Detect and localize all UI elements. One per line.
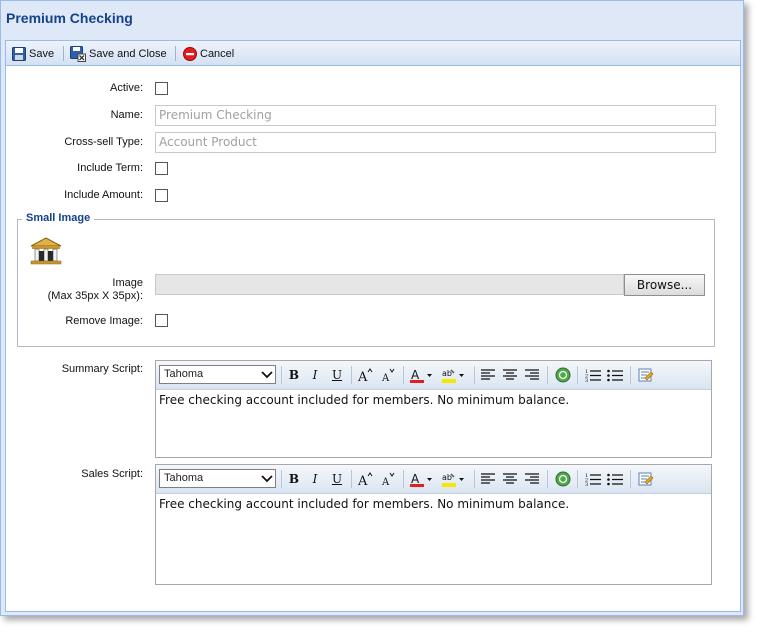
title-bar: Premium Checking xyxy=(1,1,743,39)
svg-text:A: A xyxy=(411,472,420,486)
small-image-legend: Small Image xyxy=(22,212,95,224)
align-center-icon[interactable] xyxy=(502,471,518,487)
floppy-disk-icon xyxy=(12,47,26,61)
align-right-icon[interactable] xyxy=(524,471,540,487)
font-color-icon[interactable]: A xyxy=(409,471,435,487)
save-and-close-button[interactable]: Save and Close xyxy=(70,46,167,62)
sales-editor-toolbar: Tahoma B I U A A A ab 123 xyxy=(156,465,711,494)
unordered-list-icon[interactable] xyxy=(607,367,623,383)
crosssell-type-input[interactable]: Account Product xyxy=(155,132,716,153)
dialog-window: Premium Checking Save Save and Close Can… xyxy=(0,0,744,616)
insert-link-icon[interactable] xyxy=(555,471,571,487)
image-label-line1: Image xyxy=(112,277,143,289)
align-left-icon[interactable] xyxy=(480,471,496,487)
underline-icon[interactable]: U xyxy=(329,367,345,383)
underline-icon[interactable]: U xyxy=(329,471,345,487)
include-term-label: Include Term: xyxy=(77,162,143,174)
decrease-font-icon[interactable]: A xyxy=(380,471,396,487)
summary-editor-toolbar: Tahoma B I U A A A ab 123 xyxy=(156,361,711,390)
sales-script-text[interactable]: Free checking account included for membe… xyxy=(156,494,711,514)
ordered-list-icon[interactable]: 123 xyxy=(585,367,601,383)
cancel-button[interactable]: Cancel xyxy=(183,46,234,62)
align-center-icon[interactable] xyxy=(502,367,518,383)
remove-image-checkbox[interactable] xyxy=(155,314,168,327)
save-button[interactable]: Save xyxy=(12,46,54,62)
summary-script-editor: Tahoma B I U A A A ab 123 Free checking … xyxy=(155,360,712,458)
active-checkbox[interactable] xyxy=(155,82,168,95)
cancel-icon xyxy=(183,47,197,61)
svg-text:A: A xyxy=(381,373,390,383)
ordered-list-icon[interactable]: 123 xyxy=(585,471,601,487)
decrease-font-icon[interactable]: A xyxy=(380,367,396,383)
svg-text:3: 3 xyxy=(585,482,588,486)
svg-text:ab: ab xyxy=(442,369,452,378)
align-right-icon[interactable] xyxy=(524,367,540,383)
save-close-icon xyxy=(70,46,86,62)
save-button-label: Save xyxy=(29,48,55,60)
increase-font-icon[interactable]: A xyxy=(357,471,373,487)
browse-button[interactable]: Browse... xyxy=(624,274,705,296)
include-amount-label: Include Amount: xyxy=(64,189,143,201)
italic-icon[interactable]: I xyxy=(307,471,323,487)
unordered-list-icon[interactable] xyxy=(607,471,623,487)
image-file-input[interactable] xyxy=(155,274,624,295)
align-left-icon[interactable] xyxy=(480,367,496,383)
crosssell-type-label: Cross-sell Type: xyxy=(64,136,143,148)
highlight-color-icon[interactable]: ab xyxy=(441,471,467,487)
chevron-down-icon xyxy=(261,371,273,379)
image-label: Image (Max 35px X 35px): xyxy=(6,277,143,303)
highlight-color-icon[interactable]: ab xyxy=(441,367,467,383)
sales-font-value: Tahoma xyxy=(164,472,204,484)
remove-image-label: Remove Image: xyxy=(65,315,143,327)
source-edit-icon[interactable] xyxy=(638,471,654,487)
svg-text:A: A xyxy=(381,477,390,487)
summary-script-label: Summary Script: xyxy=(61,363,143,375)
bold-icon[interactable]: B xyxy=(286,471,302,487)
name-label: Name: xyxy=(110,109,143,121)
window-title: Premium Checking xyxy=(6,10,133,26)
sales-script-editor: Tahoma B I U A A A ab 123 Free checking … xyxy=(155,464,712,585)
main-toolbar: Save Save and Close Cancel xyxy=(5,40,741,66)
summary-script-text[interactable]: Free checking account included for membe… xyxy=(156,390,711,410)
bold-icon[interactable]: B xyxy=(286,367,302,383)
form-panel: Active: Name: Premium Checking Cross-sel… xyxy=(5,66,741,612)
save-and-close-label: Save and Close xyxy=(89,48,167,60)
image-label-line2: (Max 35px X 35px): xyxy=(47,290,143,302)
svg-text:ab: ab xyxy=(442,473,452,482)
sales-script-label: Sales Script: xyxy=(81,468,143,480)
include-amount-checkbox[interactable] xyxy=(155,189,168,202)
svg-text:A: A xyxy=(357,474,368,487)
summary-font-select[interactable]: Tahoma xyxy=(159,365,276,384)
include-term-checkbox[interactable] xyxy=(155,162,168,175)
name-input[interactable]: Premium Checking xyxy=(155,105,716,126)
active-label: Active: xyxy=(109,82,143,94)
summary-font-value: Tahoma xyxy=(164,368,204,380)
source-edit-icon[interactable] xyxy=(638,367,654,383)
svg-text:A: A xyxy=(411,368,420,382)
svg-text:A: A xyxy=(357,370,368,383)
chevron-down-icon xyxy=(261,475,273,483)
increase-font-icon[interactable]: A xyxy=(357,367,373,383)
sales-font-select[interactable]: Tahoma xyxy=(159,469,276,488)
bank-building-icon xyxy=(30,237,62,265)
insert-link-icon[interactable] xyxy=(555,367,571,383)
font-color-icon[interactable]: A xyxy=(409,367,435,383)
svg-text:3: 3 xyxy=(585,378,588,382)
italic-icon[interactable]: I xyxy=(307,367,323,383)
cancel-label: Cancel xyxy=(200,48,235,60)
